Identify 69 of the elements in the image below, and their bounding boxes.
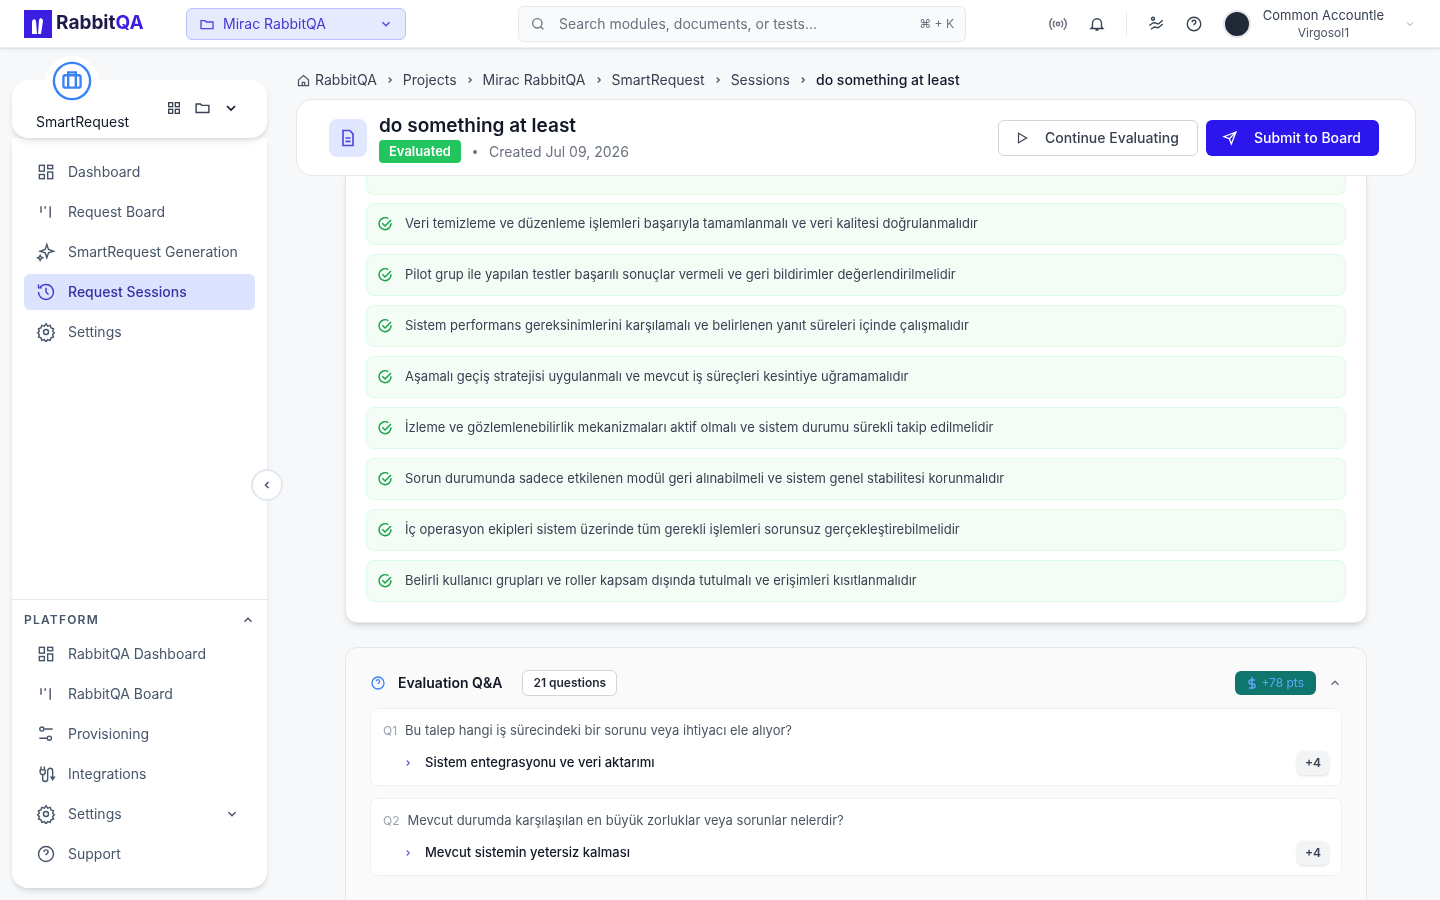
breadcrumb-link[interactable]: Mirac RabbitQA [482,70,586,90]
search-icon [530,15,546,32]
user-avatar[interactable] [1222,9,1251,38]
section-heading: PLATFORM [24,612,99,628]
score-badge: +4 [1296,840,1329,865]
criterion-row: İç operasyon ekipleri sistem üzerinde tüm gerekli işlemleri sorunsuz gerçekleştirebilmelidir [366,509,1346,551]
created-date: Created Jul 09, 2026 [488,141,629,162]
session-title: do something at least [379,112,578,139]
shortcut-hint: ⌘ + K [919,15,954,32]
points-badge: +78 pts [1235,671,1316,695]
criterion-row: Aşamalı geçiş stratejisi uygulanmalı ve mevcut iş süreçleri kesintiye uğramamalıdır [366,356,1346,398]
question-text: Bu talep hangi iş sürecindeki bir sorunu veya ihtiyacı ele alıyor? [405,721,792,740]
question-text: Mevcut durumda karşılaşılan en büyük zorluklar veya sorunlar nelerdir? [407,811,844,830]
project-selector[interactable]: Mirac RabbitQA [186,7,406,40]
logo-icon [24,9,52,38]
dot-separator [472,149,477,154]
module-name: SmartRequest [36,112,130,132]
answer-text: Mevcut sistemin yetersiz kalması [425,842,631,862]
question-number: Q2 [383,812,400,829]
history-icon [36,282,56,302]
home-icon [296,72,311,88]
criterion-row: İzleme ve gözlemlenebilirlik mekanizmaları aktif olmalı ve sistem durumu sürekli takip edilmelidir [366,407,1346,449]
nav-item[interactable]: Settings [24,314,255,350]
help-icon[interactable] [1184,14,1203,33]
user-name: Common Accountle [1262,5,1384,25]
nav-item[interactable]: Request Sessions [24,274,255,310]
help-icon [36,844,56,864]
nav-item[interactable]: RabbitQA Dashboard [24,636,255,672]
plug-icon [36,764,56,784]
status-badge: Evaluated [379,140,461,164]
question-count-badge: 21 questions [522,670,618,696]
grid-icon[interactable] [166,99,182,116]
settings-icon [36,322,56,342]
help-icon [370,675,386,691]
nav-item[interactable]: Support [24,836,255,872]
criterion-row: Belirli kullanıcı grupları ve roller kapsam dışında tutulmalı ve erişimleri kısıtlanmalıdır [366,560,1346,602]
question-number: Q1 [383,722,398,739]
breadcrumb-link[interactable]: RabbitQA [296,70,377,90]
criterion-row: Veri temizleme ve düzenleme işlemleri başarıyla tamamlanmalı ve veri kalitesi doğrulanmalıdır [366,203,1346,245]
send-icon [1222,129,1238,146]
score-badge: +4 [1296,750,1329,775]
sparkle-icon [36,242,56,262]
nav-item[interactable]: Settings [24,796,255,832]
nav-item[interactable]: Provisioning [24,716,255,752]
dashboard-icon [36,162,56,182]
criterion-row: Pilot grup ile yapılan testler başarılı sonuçlar vermeli ve geri bildirimler değerlendirilmelidir [366,254,1346,296]
briefcase-icon [52,61,92,101]
brand-name: RabbitQA [56,10,144,37]
breadcrumb-link[interactable]: SmartRequest [611,70,705,90]
coin-icon [1247,677,1258,689]
nav-item[interactable]: Integrations [24,756,255,792]
breadcrumb-link[interactable]: Projects [402,70,457,90]
section-title: Evaluation Q&A [398,673,503,693]
breadcrumb-link[interactable]: Sessions [730,70,790,90]
continue-button[interactable]: Continue Evaluating [998,119,1198,156]
nav-item[interactable]: RabbitQA Board [24,676,255,712]
sliders-icon [36,724,56,744]
answer-text: Sistem entegrasyonu ve veri aktarımı [425,752,656,772]
criterion-row: Sorun durumunda sadece etkilenen modül geri alınabilmeli ve sistem genel stabilitesi korunmalıdır [366,458,1346,500]
play-icon [1015,130,1029,145]
nav-item[interactable]: SmartRequest Generation [24,234,255,270]
organization-name: Virgosol1 [1297,25,1350,42]
breadcrumb-current: do something at least [816,70,960,90]
nav-item[interactable]: Request Board [24,194,255,230]
submit-button[interactable]: Submit to Board [1206,119,1379,156]
nav-item[interactable]: Dashboard [24,154,255,190]
dashboard-icon [36,644,56,664]
settings-icon [36,804,56,824]
criterion-row: Sistem performans gereksinimlerini karşılamalı ve belirlenen yanıt süreleri içinde çalışmalıdır [366,305,1346,347]
